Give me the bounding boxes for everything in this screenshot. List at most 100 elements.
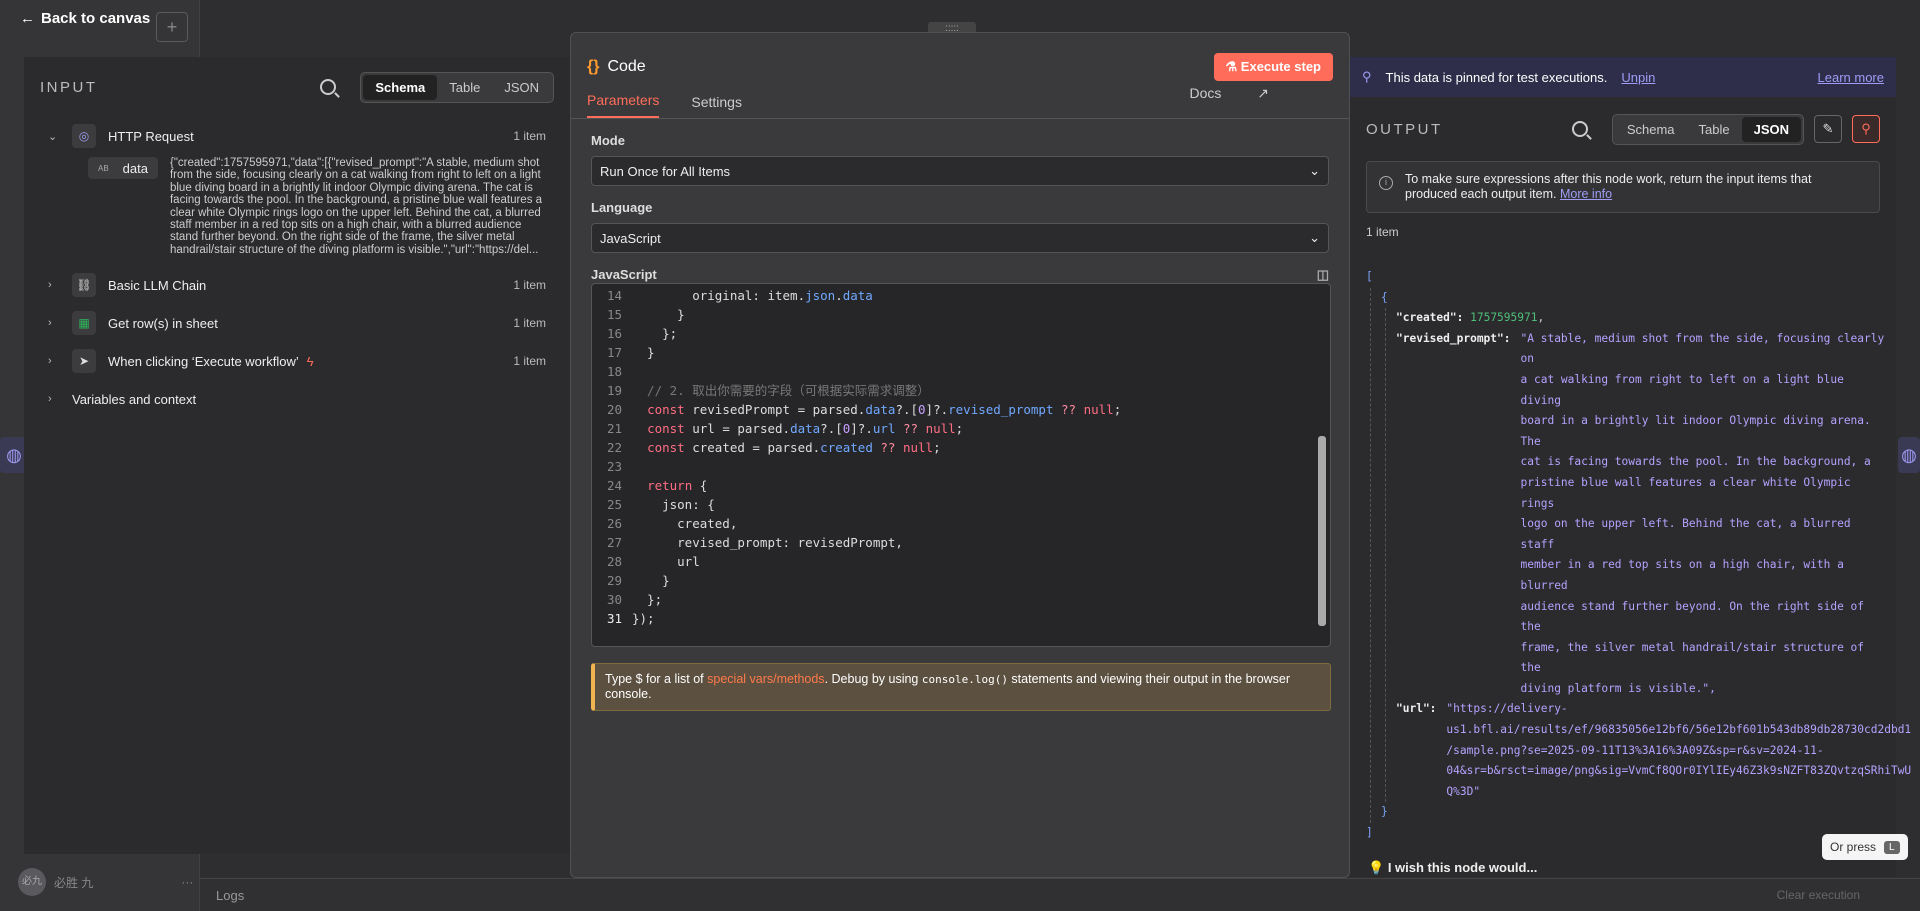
code-editor[interactable]: 14 original: item.json.data 15 } 16 }; 17 }… bbox=[591, 283, 1331, 647]
json-string-line: frame, the silver metal handrail/stair s… bbox=[1520, 640, 1865, 675]
data-field-pill[interactable]: AB data bbox=[88, 157, 158, 179]
code-line[interactable]: 28 url bbox=[592, 552, 1330, 571]
line-number: 26 bbox=[606, 516, 622, 531]
code-text: }; bbox=[632, 592, 663, 607]
scrollbar-thumb[interactable] bbox=[1318, 436, 1326, 626]
input-tab-schema[interactable]: Schema bbox=[363, 74, 438, 100]
line-number: 20 bbox=[606, 402, 622, 417]
code-line[interactable]: 31}); bbox=[592, 609, 1330, 628]
json-output: [ { "created": 1757595971, "revised_prom… bbox=[1366, 270, 1912, 840]
pin-icon[interactable]: ⚲ bbox=[1852, 115, 1880, 143]
user-menu[interactable]: 必九 必胜 九 ··· bbox=[18, 868, 193, 896]
edit-pencil-icon[interactable]: ✎ bbox=[1814, 115, 1842, 143]
code-text: json: { bbox=[632, 497, 715, 512]
mode-select[interactable]: Run Once for All Items ⌄ bbox=[591, 156, 1329, 186]
sheet-icon: ▦ bbox=[72, 311, 96, 336]
flask-icon: ⚗ bbox=[1225, 59, 1241, 74]
add-node-button[interactable]: + bbox=[156, 12, 188, 42]
globe-icon-right[interactable]: ◍ bbox=[1898, 437, 1920, 473]
line-number: 17 bbox=[606, 345, 622, 360]
code-text: const revisedPrompt = parsed.data?.[0]?.… bbox=[647, 402, 1122, 417]
input-node-http-request[interactable]: ⌄ ◎ HTTP Request 1 item bbox=[24, 117, 570, 155]
execute-step-button[interactable]: ⚗ Execute step bbox=[1213, 53, 1333, 81]
input-view-switcher: Schema Table JSON bbox=[360, 71, 554, 103]
input-node-get-rows[interactable]: › ▦ Get row(s) in sheet 1 item bbox=[24, 304, 570, 342]
code-line[interactable]: 30 }; bbox=[592, 590, 1330, 609]
user-name: 必胜 九 bbox=[54, 875, 94, 890]
code-text: } bbox=[632, 573, 670, 588]
json-url-row: "url": "https://delivery-us1.bfl.ai/resul… bbox=[1396, 699, 1911, 802]
tab-settings[interactable]: Settings bbox=[691, 94, 742, 118]
chevron-right-icon[interactable]: › bbox=[48, 355, 62, 367]
chevron-down-icon[interactable]: ⌄ bbox=[48, 130, 62, 143]
input-node-basic-llm-chain[interactable]: › ⛓ Basic LLM Chain 1 item bbox=[24, 266, 570, 304]
docs-link[interactable]: Docs ↗ bbox=[1189, 85, 1301, 110]
tab-parameters[interactable]: Parameters bbox=[587, 92, 660, 118]
json-created-row: "created": 1757595971, bbox=[1396, 311, 1545, 325]
input-tab-json[interactable]: JSON bbox=[492, 75, 551, 100]
code-line[interactable]: 24 return { bbox=[592, 476, 1330, 495]
code-line[interactable]: 25 json: { bbox=[592, 495, 1330, 514]
learn-more-link[interactable]: Learn more bbox=[1818, 70, 1884, 85]
code-line[interactable]: 20 const revisedPrompt = parsed.data?.[0… bbox=[592, 400, 1330, 419]
code-line[interactable]: 29 } bbox=[592, 571, 1330, 590]
code-line[interactable]: 26 created, bbox=[592, 514, 1330, 533]
code-text: original: item.json.data bbox=[632, 288, 873, 303]
output-title: OUTPUT bbox=[1366, 120, 1443, 138]
chevron-right-icon[interactable]: › bbox=[48, 279, 62, 291]
code-line[interactable]: 19 // 2. 取出你需要的字段（可根据实际需求调整） bbox=[592, 381, 1330, 400]
string-type-icon: AB bbox=[98, 163, 109, 173]
input-node-manual-trigger[interactable]: › ➤ When clicking ‘Execute workflow’ ϟ 1… bbox=[24, 342, 570, 380]
input-tab-table[interactable]: Table bbox=[437, 75, 492, 100]
chevron-down-icon: ⌄ bbox=[1309, 163, 1320, 178]
code-line[interactable]: 18 bbox=[592, 362, 1330, 381]
external-link-icon: ↗ bbox=[1257, 85, 1269, 101]
output-tab-json[interactable]: JSON bbox=[1741, 116, 1801, 142]
line-number: 19 bbox=[606, 383, 622, 398]
chevron-right-icon[interactable]: › bbox=[48, 317, 62, 329]
language-select[interactable]: JavaScript ⌄ bbox=[591, 223, 1329, 253]
code-text: return { bbox=[647, 478, 708, 493]
clear-execution-button[interactable]: Clear execution bbox=[1777, 888, 1860, 902]
line-number: 16 bbox=[606, 326, 622, 341]
code-line[interactable]: 14 original: item.json.data bbox=[592, 286, 1330, 305]
line-number: 24 bbox=[606, 478, 622, 493]
split-view-icon[interactable]: ◫ bbox=[1317, 267, 1329, 283]
javascript-label: JavaScript bbox=[591, 267, 657, 282]
code-text: } bbox=[632, 307, 685, 322]
json-prompt-row: "revised_prompt": "A stable, medium shot … bbox=[1396, 329, 1886, 700]
back-to-canvas-button[interactable]: ← Back to canvas bbox=[20, 10, 150, 27]
variables-and-context[interactable]: › Variables and context bbox=[24, 380, 570, 418]
code-text: const url = parsed.data?.[0]?.url ?? nul… bbox=[647, 421, 964, 436]
output-tab-schema[interactable]: Schema bbox=[1615, 117, 1687, 142]
line-number: 22 bbox=[606, 440, 622, 455]
line-number: 29 bbox=[606, 573, 622, 588]
code-line[interactable]: 15 } bbox=[592, 305, 1330, 324]
output-panel: ⚲ This data is pinned for test execution… bbox=[1350, 57, 1912, 877]
line-number: 14 bbox=[606, 288, 622, 303]
code-node-panel: {} Code ⚗ Execute step Parameters Setting… bbox=[570, 32, 1350, 878]
logs-bar[interactable]: Logs Clear execution bbox=[200, 878, 1920, 911]
code-line[interactable]: 27 revised_prompt: revisedPrompt, bbox=[592, 533, 1330, 552]
feedback-link[interactable]: 💡 I wish this node would... bbox=[1368, 860, 1537, 876]
info-callout: i To make sure expressions after this no… bbox=[1366, 161, 1880, 213]
editor-scrollbar[interactable] bbox=[1316, 286, 1328, 644]
user-more-icon[interactable]: ··· bbox=[181, 875, 193, 889]
unpin-link[interactable]: Unpin bbox=[1621, 70, 1655, 85]
chevron-right-icon[interactable]: › bbox=[48, 393, 62, 405]
special-vars-link[interactable]: special vars/methods bbox=[707, 672, 824, 686]
output-tab-table[interactable]: Table bbox=[1687, 117, 1742, 142]
more-info-link[interactable]: More info bbox=[1560, 187, 1612, 201]
search-icon[interactable] bbox=[1571, 121, 1588, 137]
code-line[interactable]: 21 const url = parsed.data?.[0]?.url ?? … bbox=[592, 419, 1330, 438]
code-line[interactable]: 16 }; bbox=[592, 324, 1330, 343]
search-icon[interactable] bbox=[320, 79, 337, 95]
code-line[interactable]: 22 const created = parsed.created ?? nul… bbox=[592, 438, 1330, 457]
json-string-line: /sample.png?se=2025-09-11T13%3A16%3A09Z&… bbox=[1446, 743, 1824, 757]
lightning-icon: ϟ bbox=[306, 353, 314, 369]
code-line[interactable]: 23 bbox=[592, 457, 1330, 476]
input-title: INPUT bbox=[40, 78, 98, 96]
node-title[interactable]: Code bbox=[607, 58, 645, 76]
code-line[interactable]: 17 } bbox=[592, 343, 1330, 362]
code-text: const created = parsed.created ?? null; bbox=[647, 440, 941, 455]
